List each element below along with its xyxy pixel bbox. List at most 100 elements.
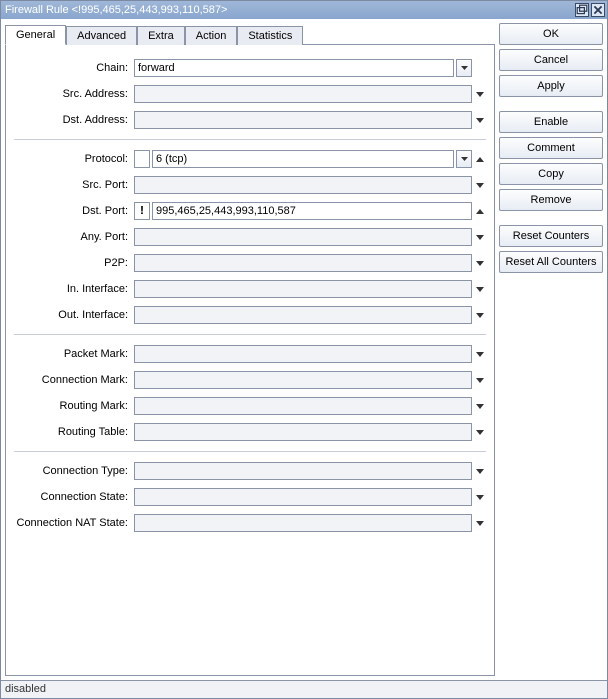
- collapse-toggle-icon[interactable]: [474, 202, 486, 220]
- expand-toggle-icon[interactable]: [474, 514, 486, 532]
- row-any-port: Any. Port:: [14, 224, 486, 250]
- dst-port-input[interactable]: 995,465,25,443,993,110,587: [152, 202, 472, 220]
- expand-toggle-icon[interactable]: [474, 111, 486, 129]
- side-buttons: OK Cancel Apply Enable Comment Copy Remo…: [499, 23, 603, 676]
- expand-toggle-icon[interactable]: [474, 488, 486, 506]
- control-dst-address: [134, 111, 486, 129]
- row-routing-table: Routing Table:: [14, 419, 486, 445]
- tab-advanced[interactable]: Advanced: [66, 26, 137, 45]
- row-out-interface: Out. Interface:: [14, 302, 486, 328]
- control-packet-mark: [134, 345, 486, 363]
- expand-toggle-icon[interactable]: [474, 345, 486, 363]
- reset-counters-button[interactable]: Reset Counters: [499, 225, 603, 247]
- expand-toggle-icon[interactable]: [474, 280, 486, 298]
- label-connection-mark: Connection Mark:: [14, 374, 134, 386]
- routing-table-input: [134, 423, 472, 441]
- comment-button[interactable]: Comment: [499, 137, 603, 159]
- control-connection-nat-state: [134, 514, 486, 532]
- row-in-interface: In. Interface:: [14, 276, 486, 302]
- control-any-port: [134, 228, 486, 246]
- control-routing-table: [134, 423, 486, 441]
- row-dst-port: Dst. Port:!995,465,25,443,993,110,587: [14, 198, 486, 224]
- label-chain: Chain:: [14, 62, 134, 74]
- label-routing-mark: Routing Mark:: [14, 400, 134, 412]
- protocol-input[interactable]: 6 (tcp): [152, 150, 454, 168]
- row-connection-mark: Connection Mark:: [14, 367, 486, 393]
- control-protocol: 6 (tcp): [134, 150, 486, 168]
- tab-strip: General Advanced Extra Action Statistics: [5, 23, 495, 45]
- expand-toggle-icon[interactable]: [474, 371, 486, 389]
- collapse-toggle-icon[interactable]: [474, 150, 486, 168]
- control-src-port: [134, 176, 486, 194]
- expand-toggle-icon[interactable]: [474, 306, 486, 324]
- expand-toggle-icon[interactable]: [474, 423, 486, 441]
- connection-mark-input: [134, 371, 472, 389]
- section-divider: [14, 139, 486, 140]
- packet-mark-input: [134, 345, 472, 363]
- expand-toggle-icon[interactable]: [474, 462, 486, 480]
- tab-action[interactable]: Action: [185, 26, 238, 45]
- expand-toggle-icon[interactable]: [474, 254, 486, 272]
- negate-toggle[interactable]: !: [134, 202, 150, 220]
- control-routing-mark: [134, 397, 486, 415]
- control-connection-type: [134, 462, 486, 480]
- dst-address-input: [134, 111, 472, 129]
- window-title: Firewall Rule <!995,465,25,443,993,110,5…: [5, 4, 573, 16]
- src-address-input: [134, 85, 472, 103]
- label-dst-address: Dst. Address:: [14, 114, 134, 126]
- src-port-input: [134, 176, 472, 194]
- ok-button[interactable]: OK: [499, 23, 603, 45]
- close-button[interactable]: [591, 3, 605, 17]
- tab-extra[interactable]: Extra: [137, 26, 185, 45]
- enable-button[interactable]: Enable: [499, 111, 603, 133]
- reset-all-counters-button[interactable]: Reset All Counters: [499, 251, 603, 273]
- row-connection-state: Connection State:: [14, 484, 486, 510]
- row-packet-mark: Packet Mark:: [14, 341, 486, 367]
- row-protocol: Protocol: 6 (tcp): [14, 146, 486, 172]
- expand-toggle-icon[interactable]: [474, 397, 486, 415]
- row-dst-address: Dst. Address:: [14, 107, 486, 133]
- tab-body-general: Chain:forwardSrc. Address: Dst. Address: P…: [5, 45, 495, 676]
- remove-button[interactable]: Remove: [499, 189, 603, 211]
- dropdown-button[interactable]: [456, 150, 472, 168]
- label-connection-type: Connection Type:: [14, 465, 134, 477]
- label-p2p: P2P:: [14, 257, 134, 269]
- row-connection-nat-state: Connection NAT State:: [14, 510, 486, 536]
- expand-toggle-icon[interactable]: [474, 176, 486, 194]
- out-interface-input: [134, 306, 472, 324]
- any-port-input: [134, 228, 472, 246]
- label-protocol: Protocol:: [14, 153, 134, 165]
- copy-button[interactable]: Copy: [499, 163, 603, 185]
- label-src-port: Src. Port:: [14, 179, 134, 191]
- label-packet-mark: Packet Mark:: [14, 348, 134, 360]
- tab-statistics[interactable]: Statistics: [237, 26, 303, 45]
- chain-input[interactable]: forward: [134, 59, 454, 77]
- status-bar: disabled: [1, 680, 607, 698]
- restore-button[interactable]: [575, 3, 589, 17]
- section-divider: [14, 451, 486, 452]
- apply-button[interactable]: Apply: [499, 75, 603, 97]
- negate-toggle[interactable]: [134, 150, 150, 168]
- expand-toggle-icon[interactable]: [474, 85, 486, 103]
- dropdown-button[interactable]: [456, 59, 472, 77]
- label-routing-table: Routing Table:: [14, 426, 134, 438]
- row-p2p: P2P:: [14, 250, 486, 276]
- expand-toggle-icon[interactable]: [474, 228, 486, 246]
- label-src-address: Src. Address:: [14, 88, 134, 100]
- connection-state-input: [134, 488, 472, 506]
- tab-general[interactable]: General: [5, 25, 66, 45]
- window-frame: Firewall Rule <!995,465,25,443,993,110,5…: [0, 0, 608, 699]
- control-connection-state: [134, 488, 486, 506]
- in-interface-input: [134, 280, 472, 298]
- control-out-interface: [134, 306, 486, 324]
- p2p-input: [134, 254, 472, 272]
- cancel-button[interactable]: Cancel: [499, 49, 603, 71]
- control-connection-mark: [134, 371, 486, 389]
- control-dst-port: !995,465,25,443,993,110,587: [134, 202, 486, 220]
- connection-nat-state-input: [134, 514, 472, 532]
- row-routing-mark: Routing Mark:: [14, 393, 486, 419]
- label-connection-nat-state: Connection NAT State:: [14, 517, 134, 529]
- row-connection-type: Connection Type:: [14, 458, 486, 484]
- section-divider: [14, 334, 486, 335]
- title-bar[interactable]: Firewall Rule <!995,465,25,443,993,110,5…: [1, 1, 607, 19]
